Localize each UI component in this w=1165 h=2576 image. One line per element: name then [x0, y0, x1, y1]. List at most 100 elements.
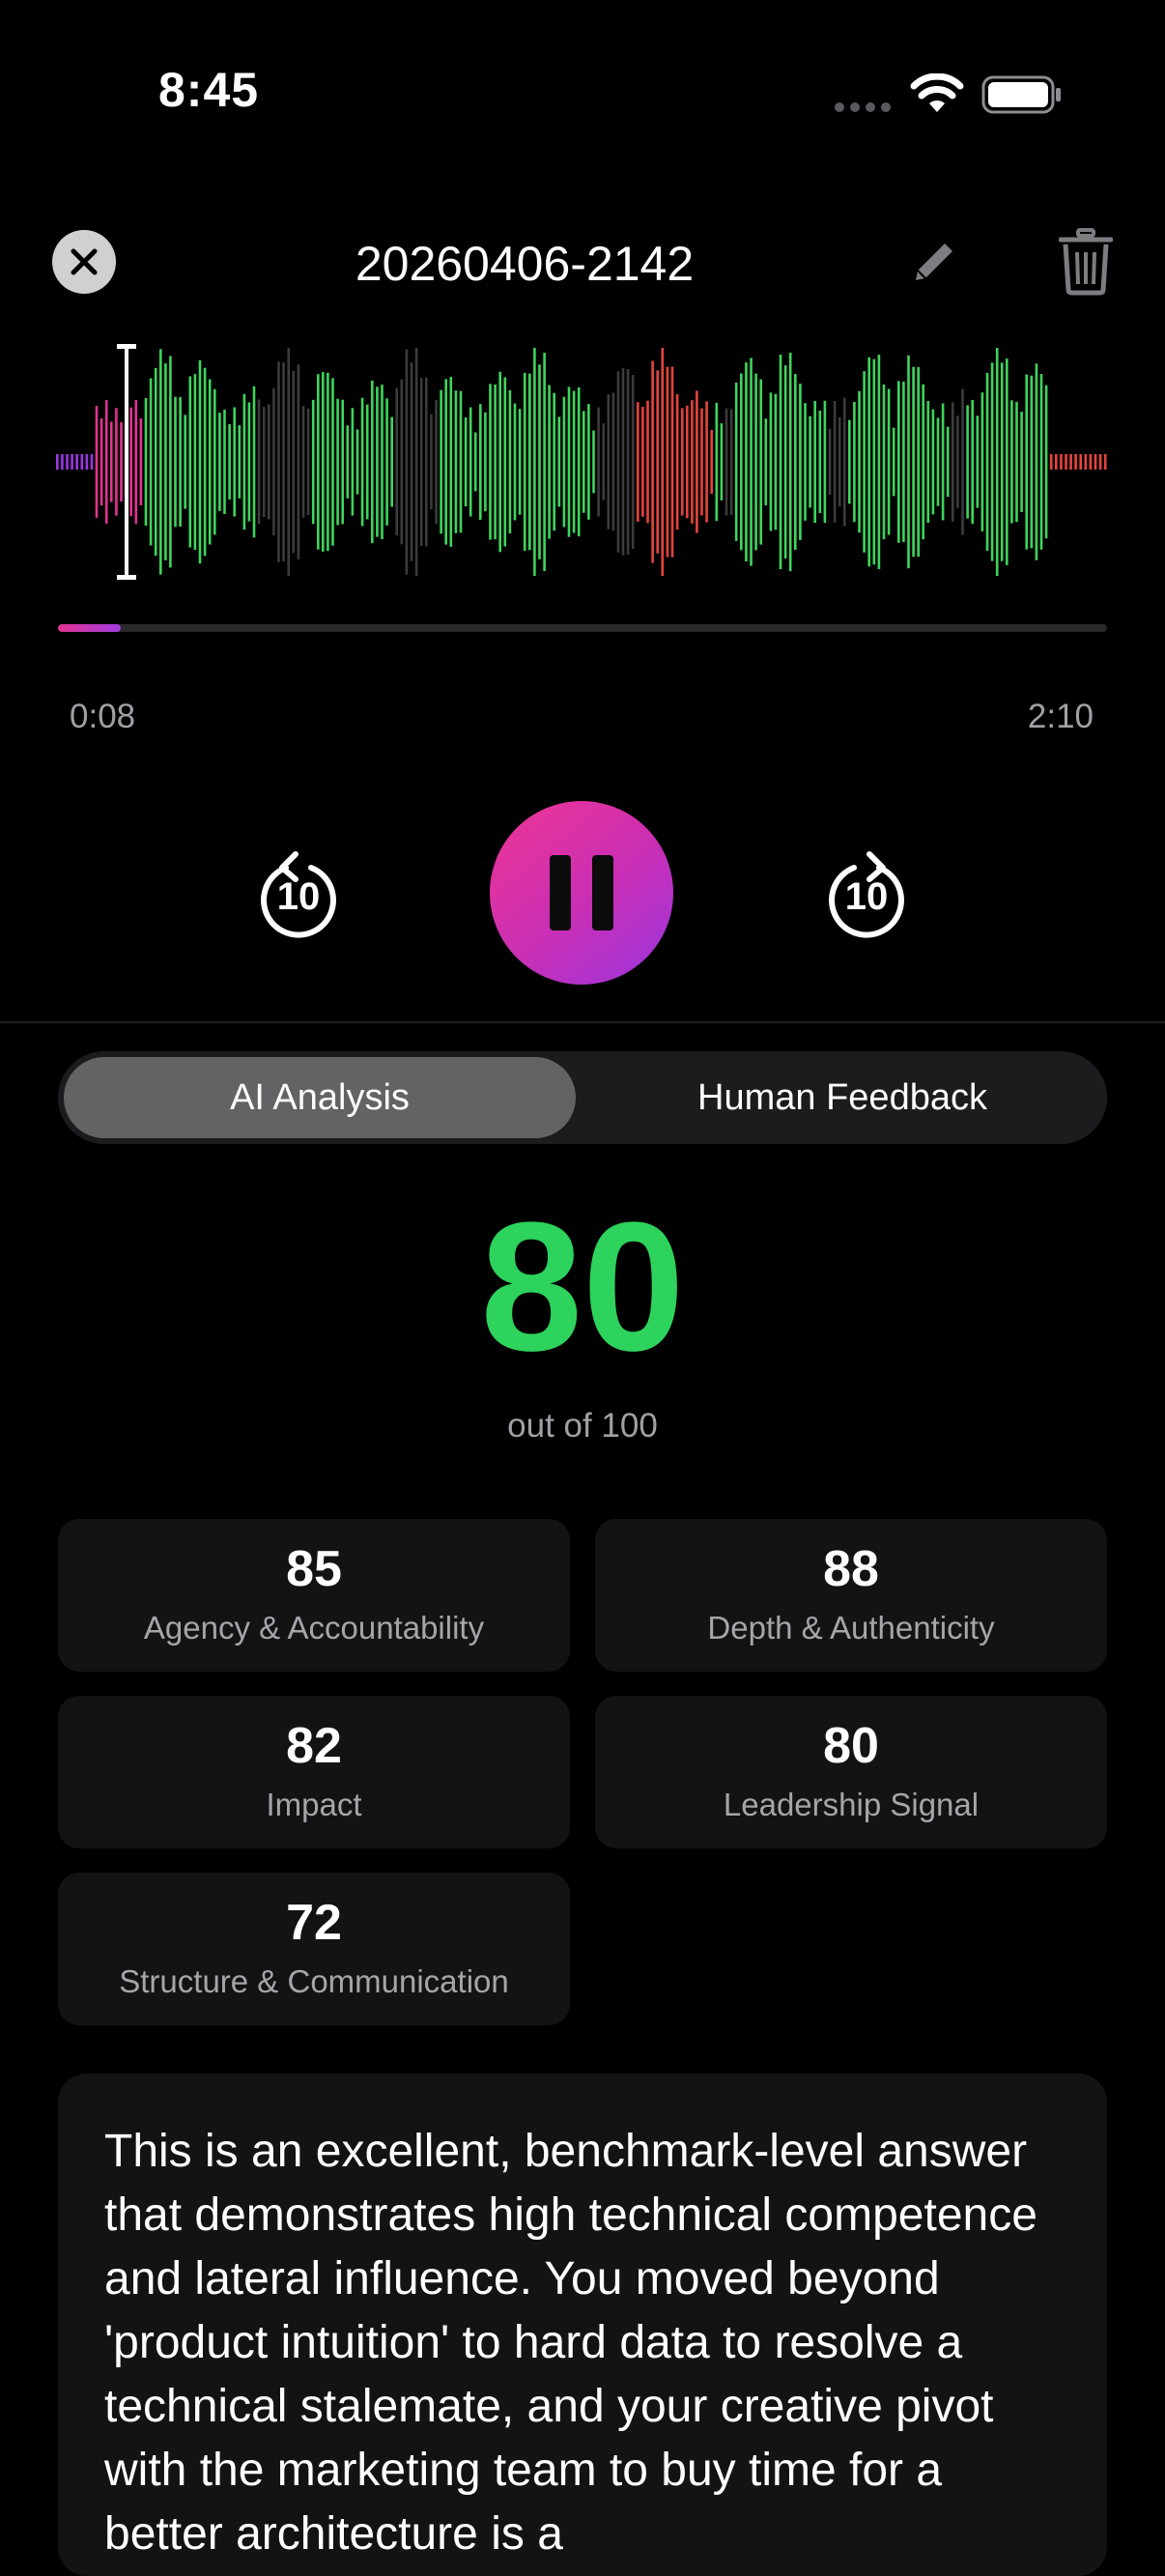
playhead-cursor[interactable]: [117, 344, 136, 580]
waveform-bar: [371, 380, 374, 544]
metric-card: 72 Structure & Communication: [58, 1873, 570, 2025]
waveform-bar: [750, 358, 753, 566]
waveform-bar: [941, 403, 945, 521]
waveform-bar: [464, 417, 468, 506]
waveform-bar: [912, 366, 915, 558]
waveform-bar: [459, 390, 463, 533]
waveform-bar: [287, 348, 290, 576]
waveform-bar: [764, 418, 768, 505]
waveform-bar: [602, 423, 605, 501]
waveform-bar: [479, 404, 482, 520]
waveform-bar: [863, 371, 866, 553]
metric-value: 88: [823, 1541, 879, 1597]
waveform-bar: [508, 389, 512, 534]
waveform-bar: [193, 374, 197, 550]
waveform-bar: [410, 362, 413, 561]
waveform-bar: [696, 390, 698, 533]
waveform-bar: [734, 383, 738, 541]
waveform-bar: [626, 369, 630, 555]
waveform-bar: [61, 454, 64, 470]
waveform-bar: [976, 415, 980, 508]
waveform-bar: [179, 397, 182, 527]
status-time: 8:45: [158, 63, 260, 117]
waveform-bar: [66, 454, 69, 470]
overall-score: 80: [480, 1185, 685, 1389]
metric-card: 82 Impact: [58, 1696, 570, 1848]
waveform-bar: [833, 401, 837, 523]
waveform-bar: [238, 425, 242, 499]
pause-icon: [592, 855, 613, 930]
metric-label: Agency & Accountability: [143, 1610, 485, 1646]
waveform-bar: [848, 419, 851, 504]
skip-forward-button[interactable]: 10: [821, 846, 912, 941]
waveform-bar: [553, 392, 555, 531]
waveform-bar: [252, 386, 256, 538]
waveform-bar: [1044, 385, 1048, 539]
waveform-bar: [327, 372, 329, 552]
waveform-bar: [799, 384, 802, 540]
waveform-bar: [779, 355, 782, 570]
metric-label: Depth & Authenticity: [707, 1610, 995, 1646]
metric-card: 85 Agency & Accountability: [58, 1519, 570, 1672]
waveform-bar: [360, 397, 364, 527]
tab-human-feedback[interactable]: Human Feedback: [583, 1057, 1101, 1138]
waveform-bar: [533, 348, 536, 576]
waveform-bar: [651, 360, 654, 563]
waveform-bar: [543, 353, 546, 571]
waveform-bar: [233, 407, 236, 517]
waveform-bar: [104, 400, 108, 524]
metric-value: 72: [286, 1895, 342, 1951]
waveform-bar: [85, 454, 89, 470]
waveform-bar: [907, 355, 910, 569]
waveform-bar: [297, 364, 300, 559]
pencil-icon: [916, 243, 952, 280]
delete-button[interactable]: [1058, 228, 1114, 296]
status-bar: 8:45: [0, 0, 1165, 193]
waveform-bar: [931, 409, 935, 515]
waveform-bar: [1000, 362, 1004, 561]
waveform-bar: [322, 372, 325, 552]
waveform-bar: [646, 400, 649, 524]
section-divider: [0, 1021, 1165, 1023]
waveform-bar: [90, 454, 94, 470]
waveform-bar: [277, 361, 280, 562]
playback-progress-bar[interactable]: [58, 624, 1107, 632]
tab-ai-analysis[interactable]: AI Analysis: [64, 1057, 576, 1138]
waveform-bar: [641, 407, 644, 517]
waveform-bar: [956, 415, 959, 508]
waveform-bar: [670, 366, 674, 558]
waveform-bar: [228, 424, 231, 500]
waveform-bar: [946, 426, 950, 498]
pause-button[interactable]: [490, 801, 673, 985]
waveform-bar: [56, 454, 59, 470]
waveform-bar: [961, 388, 964, 535]
waveform-bar: [1039, 374, 1043, 550]
audio-waveform[interactable]: [54, 334, 1111, 589]
edit-button[interactable]: [908, 236, 960, 288]
waveform-bar: [385, 398, 388, 526]
waveform-bar: [129, 407, 132, 517]
waveform-bar: [120, 422, 123, 501]
waveform-bar: [936, 417, 940, 506]
waveform-bar: [882, 384, 886, 540]
waveform-bar: [1084, 454, 1088, 470]
metric-label: Impact: [266, 1787, 362, 1822]
waveform-bar: [794, 374, 797, 550]
waveform-bar: [897, 381, 900, 543]
waveform-bar: [1055, 454, 1058, 470]
waveform-bar: [159, 349, 162, 575]
waveform-bar: [582, 411, 585, 513]
waveform-bar: [985, 373, 989, 551]
waveform-bar: [257, 399, 261, 525]
waveform-bar: [174, 396, 177, 528]
waveform-bar: [548, 385, 551, 539]
waveform-bar: [691, 400, 694, 524]
waveform-bar: [788, 353, 792, 572]
waveform-bar: [95, 406, 99, 518]
waveform-bar: [577, 387, 581, 537]
waveform-bar: [351, 408, 355, 516]
skip-back-button[interactable]: 10: [253, 846, 344, 941]
close-button[interactable]: [52, 230, 116, 294]
waveform-bar: [1020, 412, 1023, 512]
waveform-bar: [473, 432, 477, 492]
